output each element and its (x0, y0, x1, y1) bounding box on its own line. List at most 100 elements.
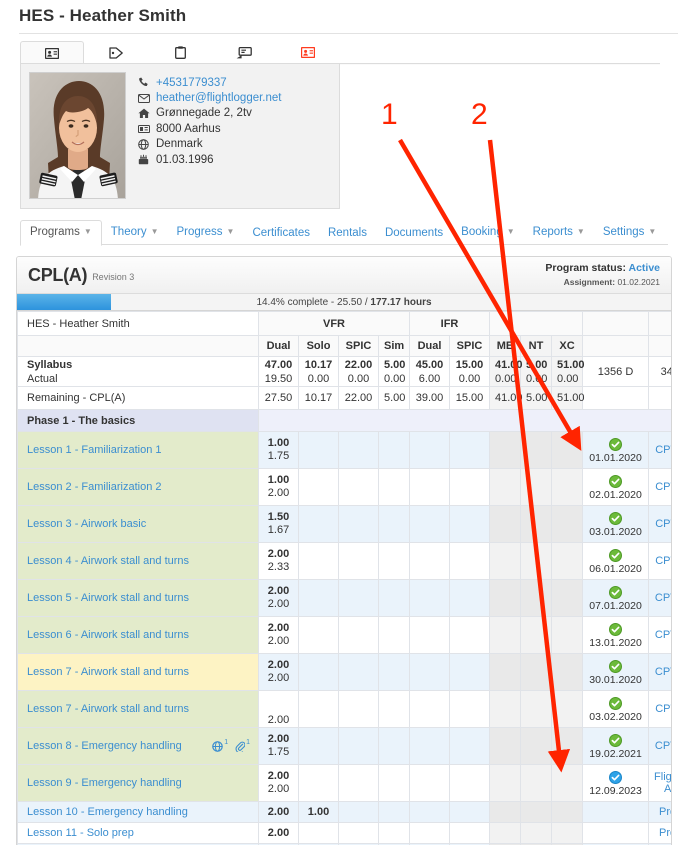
tab-settings[interactable]: Settings ▼ (594, 221, 665, 245)
icon-tab-id-card[interactable] (276, 41, 340, 64)
totals-spic-5: 15.00 0.00 (448, 356, 491, 387)
table-row[interactable]: Lesson 6 - Airwork stall and turns 2.00 2.… (17, 616, 671, 654)
icon-tab-clipboard[interactable] (148, 41, 212, 64)
lesson-nt-7 (520, 690, 553, 728)
remaining-dual-4: 39.00 (409, 386, 450, 410)
lesson-status-cell: 12.09.2023 (582, 764, 650, 802)
contact-row-email[interactable]: heather@flightlogger.net (138, 90, 281, 105)
comment-icon[interactable]: 1 (212, 739, 228, 752)
lesson-name-cell[interactable]: Lesson 7 - Airwork stall and turns (17, 653, 259, 691)
remaining-blank-2 (648, 386, 671, 410)
lesson-name-cell[interactable]: Lesson 8 - Emergency handling 1 1 (17, 727, 259, 765)
table-row[interactable]: Lesson 7 - Airwork stall and turns 2.00 03… (17, 690, 671, 728)
globe-icon (138, 138, 154, 150)
lesson-instructor[interactable]: CPT MAB (648, 542, 671, 580)
lesson-nt-7 (520, 542, 553, 580)
lesson-name-cell[interactable]: Lesson 11 - Solo prep (17, 822, 259, 844)
phone-value[interactable]: +4531779337 (154, 77, 227, 89)
lesson-instructor[interactable]: CPT MAB (648, 690, 671, 728)
lesson-link[interactable]: Lesson 10 - Emergency handling (27, 802, 253, 822)
lesson-link[interactable]: Lesson 9 - Emergency handling (27, 765, 253, 801)
lesson-instructor[interactable]: FlightLogger Admin (648, 764, 671, 802)
lesson-link[interactable]: Lesson 1 - Familiarization 1 (27, 432, 253, 468)
lesson-instructor[interactable]: CPT NOR (648, 579, 671, 617)
table-row[interactable]: Lesson 3 - Airwork basic 1.50 1.67 03.01.20… (17, 505, 671, 543)
lesson-name-cell[interactable]: Lesson 9 - Emergency handling (17, 764, 259, 802)
lesson-instructor[interactable]: CPT NOR (648, 727, 671, 765)
tab-progress[interactable]: Progress ▼ (168, 221, 244, 245)
table-row[interactable]: Lesson 7 - Airwork stall and turns 2.00 2.… (17, 653, 671, 691)
lesson-link[interactable]: Lesson 11 - Solo prep (27, 823, 253, 843)
lesson-name-cell[interactable]: Lesson 7 - Airwork stall and turns (17, 690, 259, 728)
avatar-photo (30, 73, 125, 198)
lesson-me-6 (489, 579, 522, 617)
lesson-instructor[interactable]: CPT NOR (648, 616, 671, 654)
lesson-label: Lesson 5 - Airwork stall and turns (27, 592, 190, 604)
lesson-name-cell[interactable]: Lesson 2 - Familiarization 2 (17, 468, 259, 506)
lesson-link[interactable]: Lesson 6 - Airwork stall and turns (27, 617, 253, 653)
icon-tab-licenses[interactable] (212, 41, 276, 64)
tab-certificates[interactable]: Certificates (243, 222, 319, 245)
lesson-name-cell[interactable]: Lesson 4 - Airwork stall and turns (17, 542, 259, 580)
tab-rentals[interactable]: Rentals (319, 222, 376, 245)
lesson-sim-3 (378, 822, 410, 844)
address-value: Grønnegade 2, 2tv (156, 107, 252, 120)
lesson-sim-3 (378, 468, 410, 506)
tab-programs[interactable]: Programs ▼ (20, 220, 102, 246)
paperclip-icon[interactable]: 1 (235, 739, 250, 752)
chevron-down-icon: ▼ (150, 227, 159, 236)
table-row[interactable]: Lesson 1 - Familiarization 1 1.00 1.75 01.0… (17, 431, 671, 469)
table-row[interactable]: Lesson 9 - Emergency handling 2.00 2.00 12.… (17, 764, 671, 802)
lesson-link[interactable]: Lesson 7 - Airwork stall and turns (27, 691, 253, 727)
tab-theory[interactable]: Theory ▼ (102, 221, 168, 245)
lesson-dual-4 (409, 579, 450, 617)
completed-green-icon (609, 475, 623, 488)
email-value[interactable]: heather@flightlogger.net (154, 92, 281, 104)
table-row[interactable]: Lesson 5 - Airwork stall and turns 2.00 2.… (17, 579, 671, 617)
lesson-me-6 (489, 542, 522, 580)
lesson-label: Lesson 7 - Airwork stall and turns (27, 703, 190, 715)
lesson-instructor[interactable]: CPT MAB (648, 468, 671, 506)
lesson-xc-8 (551, 616, 584, 654)
lesson-name-cell[interactable]: Lesson 5 - Airwork stall and turns (17, 579, 259, 617)
group-header-ifr: IFR (408, 311, 491, 336)
icon-tab-tags[interactable] (84, 41, 148, 64)
lesson-proceed-button[interactable]: Proceed (648, 822, 671, 844)
lesson-solo-vfr (298, 616, 339, 654)
totals-nt-7: 5.00 0.00 (520, 356, 553, 387)
tab-reports[interactable]: Reports ▼ (524, 221, 594, 245)
lesson-nt-7 (520, 727, 553, 765)
lesson-proceed-button[interactable]: Proceed (648, 801, 671, 823)
status-badge[interactable]: Active (628, 262, 660, 274)
lesson-name-cell[interactable]: Lesson 10 - Emergency handling (17, 801, 259, 823)
table-row[interactable]: Lesson 10 - Emergency handling 2.00 1.00 Pr… (17, 801, 671, 823)
contact-row-phone[interactable]: +4531779337 (138, 75, 281, 90)
phone-icon (138, 77, 154, 88)
table-row[interactable]: Lesson 2 - Familiarization 2 1.00 2.00 02.0… (17, 468, 671, 506)
tab-label: Programs (30, 226, 80, 238)
lesson-date: 03.01.2020 (589, 526, 642, 538)
lesson-link[interactable]: Lesson 7 - Airwork stall and turns (27, 654, 253, 690)
tab-documents[interactable]: Documents (376, 222, 452, 245)
lesson-link[interactable]: Lesson 2 - Familiarization 2 (27, 469, 253, 505)
lesson-link[interactable]: Lesson 8 - Emergency handling 1 1 (27, 728, 253, 764)
lesson-instructor[interactable]: CPT MAB (648, 431, 671, 469)
lesson-link[interactable]: Lesson 4 - Airwork stall and turns (27, 543, 253, 579)
lesson-label: Lesson 9 - Emergency handling (27, 777, 182, 789)
table-row[interactable]: Lesson 8 - Emergency handling 1 1 2.00 1.75 1… (17, 727, 671, 765)
lesson-name-cell[interactable]: Lesson 1 - Familiarization 1 (17, 431, 259, 469)
completed-green-icon (609, 512, 623, 525)
lesson-name-cell[interactable]: Lesson 6 - Airwork stall and turns (17, 616, 259, 654)
lesson-link[interactable]: Lesson 5 - Airwork stall and turns (27, 580, 253, 616)
tab-booking[interactable]: Booking ▼ (452, 221, 523, 245)
lesson-instructor[interactable]: CPT NOR (648, 653, 671, 691)
table-row[interactable]: Lesson 11 - Solo prep 2.00 Proceed (17, 822, 671, 844)
lesson-dual-vfr: 1.50 1.67 (258, 505, 299, 543)
icon-tab-contact-card[interactable] (20, 41, 660, 65)
lesson-spic-5 (448, 431, 491, 469)
lesson-link[interactable]: Lesson 3 - Airwork basic (27, 506, 253, 542)
lesson-name-cell[interactable]: Lesson 3 - Airwork basic (17, 505, 259, 543)
table-row[interactable]: Lesson 4 - Airwork stall and turns 2.00 2.… (17, 542, 671, 580)
lesson-instructor[interactable]: CPT MAB (648, 505, 671, 543)
program-status-label: Program status: (545, 262, 626, 274)
